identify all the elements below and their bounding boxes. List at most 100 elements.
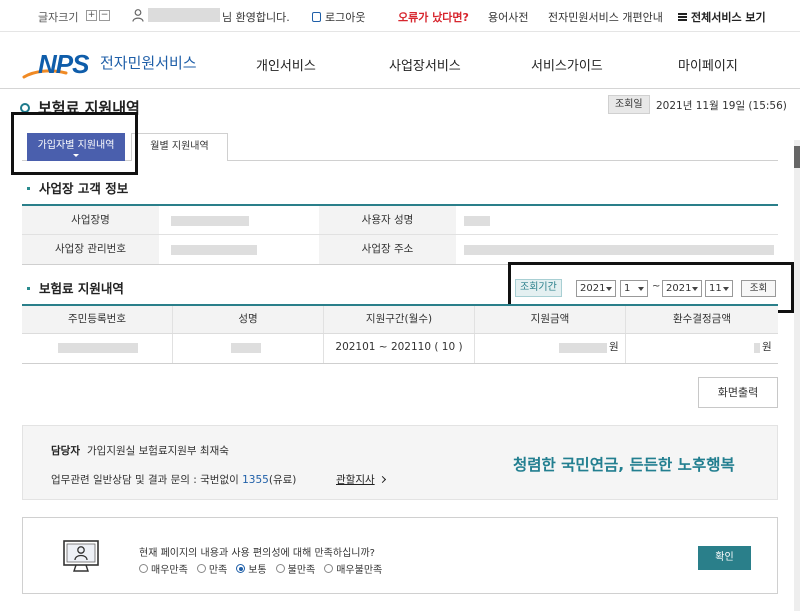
redacted-value [464, 245, 774, 255]
logout-label: 로그아웃 [325, 11, 366, 24]
inquiry-number: 1355 [242, 474, 269, 486]
font-increase-button[interactable]: + [86, 10, 97, 21]
bullet-icon [27, 287, 30, 290]
section-customer-info: 사업장 고객 정보 [27, 178, 128, 197]
option-very-satisfied[interactable]: 매우만족 [139, 561, 188, 576]
radio[interactable] [139, 564, 148, 573]
radio[interactable] [275, 564, 285, 573]
option-dissatisfied[interactable]: 불만족 [275, 561, 316, 576]
logo-mark: NPS [38, 49, 89, 79]
monitor-user-icon [63, 540, 99, 572]
inquiry-suffix: (유료) [268, 474, 297, 486]
scrollbar-thumb[interactable] [794, 146, 800, 168]
survey-options: 매우만족 만족 보통 불만족 매우불만족 [139, 561, 391, 576]
query-date-label: 조회일 [608, 95, 650, 114]
font-size-label: 글자크기 [38, 11, 79, 24]
option-label: 불만족 [287, 565, 316, 576]
bullet-icon [27, 187, 30, 190]
user-icon [132, 9, 144, 22]
slogan: 청렴한 국민연금, 든든한 노후행복 [513, 456, 735, 474]
address-value [456, 235, 778, 264]
refund-cell: 원 [626, 334, 778, 363]
option-satisfied[interactable]: 만족 [196, 561, 228, 576]
option-label: 매우불만족 [336, 565, 383, 576]
error-report-link[interactable]: 오류가 났다면? [398, 9, 469, 25]
table-row: 202101 ~ 202110 ( 10 ) 원 원 [22, 334, 778, 363]
utility-bar: 글자크기 + − 님 환영합니다. 로그아웃 오류가 났다면? 용어사전 전자민… [0, 0, 800, 32]
dictionary-link[interactable]: 용어사전 [488, 9, 528, 25]
redacted-value [464, 216, 490, 226]
all-services-link[interactable]: 전체서비스 보기 [678, 9, 766, 25]
section-support-history-title: 보험료 지원내역 [39, 281, 124, 296]
section-support-history: 보험료 지원내역 [27, 278, 124, 297]
logo-text: 전자민원서비스 [100, 54, 197, 72]
option-very-dissatisfied[interactable]: 매우불만족 [324, 561, 382, 576]
menu-icon [678, 13, 687, 21]
redacted-value [171, 245, 257, 255]
welcome-text: 님 환영합니다. [222, 11, 290, 24]
col-resident-no: 주민등록번호 [22, 306, 173, 333]
tab-by-month[interactable]: 월별 지원내역 [131, 133, 228, 161]
amount-cell: 원 [475, 334, 626, 363]
address-label: 사업장 주소 [319, 235, 456, 264]
radio-selected[interactable] [236, 564, 246, 573]
name-cell [173, 334, 324, 363]
lock-icon [312, 12, 321, 22]
section-customer-info-title: 사업장 고객 정보 [39, 181, 129, 196]
contact-box: 담당자 가입지원실 보험료지원부 최재숙 업무관련 일반상담 및 결과 문의 :… [22, 425, 778, 500]
redacted-value [754, 343, 760, 353]
user-name-label: 사용자 성명 [319, 206, 456, 234]
radio[interactable] [324, 564, 334, 573]
print-button[interactable]: 화면출력 [698, 377, 778, 408]
col-support-period: 지원구간(월수) [324, 306, 475, 333]
contact-label: 담당자 [51, 445, 80, 457]
radio[interactable] [196, 564, 206, 573]
col-name: 성명 [173, 306, 324, 333]
business-name-value [159, 206, 319, 234]
period-cell: 202101 ~ 202110 ( 10 ) [324, 334, 475, 363]
refund-unit: 원 [762, 341, 772, 353]
mgmt-no-label: 사업장 관리번호 [22, 235, 159, 264]
option-label: 만족 [208, 565, 228, 576]
table-row: 사업장명 사용자 성명 [22, 206, 778, 235]
branch-link-label: 관할지사 [336, 474, 375, 486]
survey-question: 현재 페이지의 내용과 사용 편의성에 대해 만족하십니까? [139, 548, 375, 559]
redacted-value [58, 343, 138, 353]
highlight-box-tab [11, 112, 138, 175]
table-header: 주민등록번호 성명 지원구간(월수) 지원금액 환수결정금액 [22, 306, 778, 334]
col-refund-amount: 환수결정금액 [673, 313, 731, 325]
amount-unit: 원 [609, 341, 619, 353]
table-row: 사업장 관리번호 사업장 주소 [22, 235, 778, 264]
scrollbar-track[interactable] [794, 140, 800, 611]
col-support-amount: 지원금액 [475, 306, 626, 333]
renewal-notice-link[interactable]: 전자민원서비스 개편안내 [548, 9, 663, 25]
contact-inquiry: 업무관련 일반상담 및 결과 문의 : 국번없이 1355(유료) [51, 472, 296, 487]
option-label: 보통 [248, 565, 267, 576]
main-nav: NPS 전자민원서비스 개인서비스 사업장서비스 서비스가이드 마이페이지 [0, 33, 800, 89]
redacted-value [559, 343, 607, 353]
resident-no-cell [22, 334, 173, 363]
survey-confirm-button[interactable]: 확인 [698, 546, 751, 570]
nav-service-guide[interactable]: 서비스가이드 [531, 55, 603, 74]
mgmt-no-value [159, 235, 319, 264]
option-label: 매우만족 [151, 565, 188, 576]
contact-dept: 가입지원실 보험료지원부 최재숙 [87, 445, 229, 457]
all-services-label: 전체서비스 보기 [691, 11, 766, 24]
support-table: 주민등록번호 성명 지원구간(월수) 지원금액 환수결정금액 202101 ~ … [22, 304, 778, 364]
chevron-right-icon [378, 475, 386, 484]
customer-info-table: 사업장명 사용자 성명 사업장 관리번호 사업장 주소 [22, 204, 778, 265]
nav-business-services[interactable]: 사업장서비스 [389, 55, 461, 74]
satisfaction-survey: 현재 페이지의 내용과 사용 편의성에 대해 만족하십니까? 매우만족 만족 보… [22, 517, 778, 594]
logout-link[interactable]: 로그아웃 [312, 9, 365, 25]
nav-my-page[interactable]: 마이페이지 [678, 55, 738, 74]
redacted-user-name [148, 8, 220, 22]
user-name-value [456, 206, 778, 234]
redacted-value [231, 343, 261, 353]
font-decrease-button[interactable]: − [99, 10, 110, 21]
redacted-value [171, 216, 249, 226]
nav-personal-services[interactable]: 개인서비스 [256, 55, 316, 74]
query-date: 2021년 11월 19일 (15:56) [656, 100, 787, 112]
option-neutral[interactable]: 보통 [236, 561, 267, 576]
inquiry-prefix: 업무관련 일반상담 및 결과 문의 : 국번없이 [51, 474, 243, 486]
branch-link[interactable]: 관할지사 [336, 472, 386, 487]
